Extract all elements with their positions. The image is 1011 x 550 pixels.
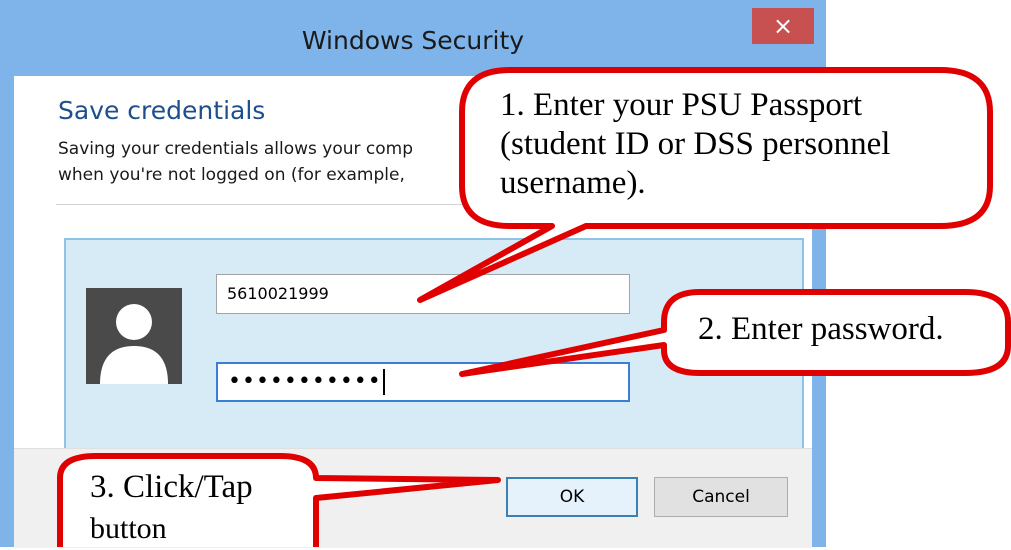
callout-1-line-1: 1. Enter your PSU Passport	[500, 87, 863, 123]
description-line-2: when you're not logged on (for example,	[58, 165, 405, 185]
callout-3-line-2: button	[90, 512, 167, 545]
window-title: Windows Security	[301, 26, 525, 55]
close-button[interactable]: ×	[752, 8, 814, 44]
callout-1-line-2: (student ID or DSS personnel	[500, 126, 891, 162]
password-field[interactable]: •••••••••••	[216, 362, 630, 402]
callout-1-line-3: username).	[500, 165, 646, 201]
callout-1-text: 1. Enter your PSU Passport (student ID o…	[500, 86, 890, 203]
username-value: 5610021999	[227, 284, 329, 303]
dialog-heading: Save credentials	[58, 96, 266, 125]
close-icon: ×	[772, 12, 794, 40]
callout-2-label: 2. Enter password.	[698, 311, 944, 347]
cancel-button[interactable]: Cancel	[654, 477, 788, 517]
divider	[56, 204, 796, 205]
description-line-1: Saving your credentials allows your comp	[58, 139, 413, 159]
user-avatar-icon	[86, 288, 182, 384]
title-bar[interactable]: Windows Security ×	[0, 0, 826, 76]
security-dialog: Windows Security × Save credentials Savi…	[0, 0, 826, 548]
ok-button[interactable]: OK	[506, 477, 638, 517]
callout-3-line-1: 3. Click/Tap	[90, 469, 253, 505]
username-field[interactable]: 5610021999	[216, 274, 630, 314]
callout-3-text: 3. Click/Tap button	[90, 466, 253, 550]
callout-2-text: 2. Enter password.	[698, 310, 944, 349]
dialog-description: Saving your credentials allows your comp…	[58, 136, 413, 188]
text-cursor	[382, 369, 385, 395]
password-value: •••••••••••	[228, 369, 382, 394]
credential-panel[interactable]: 5610021999 •••••••••••	[64, 238, 804, 454]
